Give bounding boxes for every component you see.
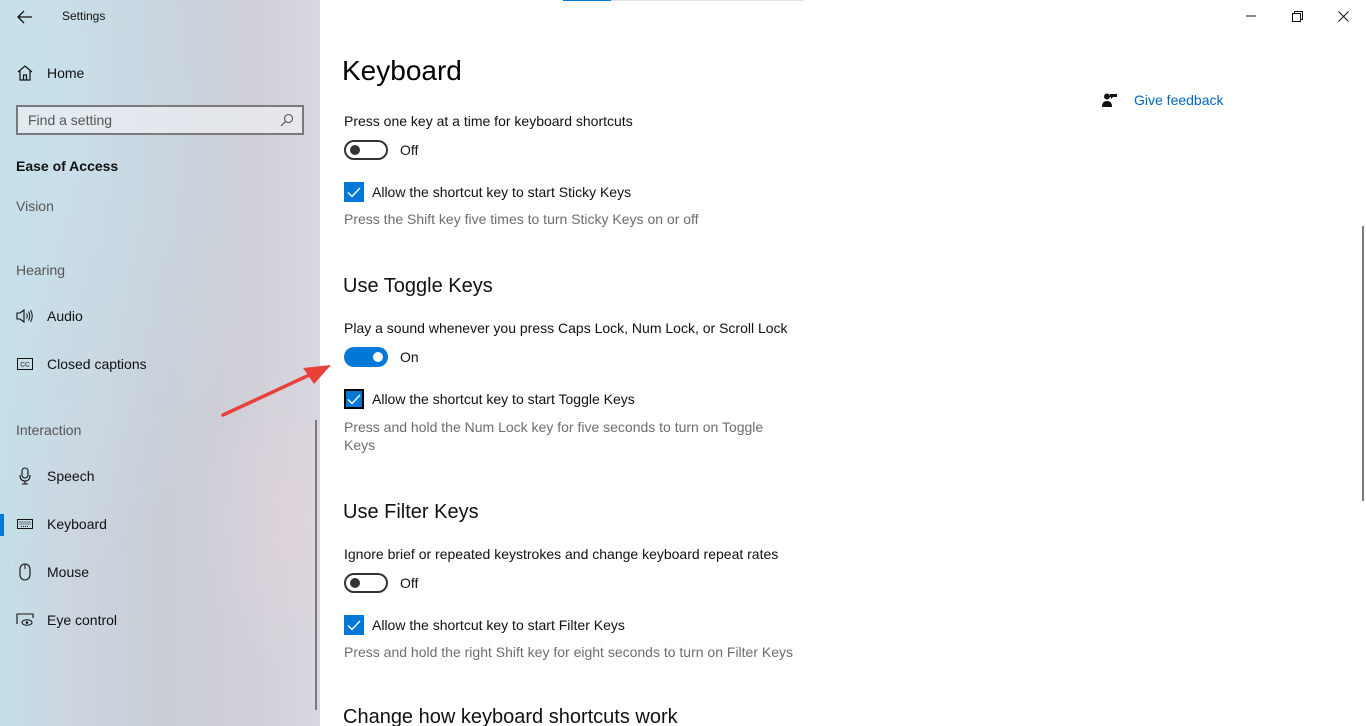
checkmark-icon: [347, 187, 361, 198]
back-arrow-icon: [17, 10, 32, 24]
scroll-progress-bar: [563, 0, 804, 1]
sidebar-item-label: Closed captions: [47, 356, 147, 372]
eye-control-icon: [16, 611, 34, 629]
search-box[interactable]: [16, 105, 304, 135]
sidebar-item-label: Eye control: [47, 612, 118, 628]
group-label-interaction: Interaction: [16, 422, 82, 438]
sticky-keys-switch[interactable]: [344, 140, 388, 160]
sticky-keys-shortcut-checkbox[interactable]: [344, 182, 364, 202]
toggle-keys-heading: Use Toggle Keys: [343, 275, 493, 297]
home-icon: [17, 65, 33, 81]
toggle-state-label: Off: [400, 575, 419, 591]
keyboard-icon: [16, 515, 34, 533]
toggle-state-label: Off: [400, 142, 419, 158]
sidebar-item-home[interactable]: Home: [16, 62, 84, 84]
filter-keys-toggle-row[interactable]: Off: [344, 573, 418, 593]
back-button[interactable]: [14, 6, 36, 28]
checkbox-label: Allow the shortcut key to start Filter K…: [372, 617, 625, 633]
search-icon[interactable]: [280, 113, 294, 127]
keyboard-shortcuts-heading: Change how keyboard shortcuts work: [343, 706, 678, 726]
main-content: Keyboard Give feedback Press one key at …: [320, 0, 1366, 726]
filter-keys-setting-label: Ignore brief or repeated keystrokes and …: [344, 546, 779, 562]
mouse-icon: [16, 563, 34, 581]
search-input[interactable]: [28, 112, 280, 128]
sidebar-scrollbar[interactable]: [315, 420, 317, 710]
content-scrollbar[interactable]: [1362, 226, 1364, 501]
toggle-keys-switch[interactable]: [344, 347, 388, 367]
sticky-keys-helper-text: Press the Shift key five times to turn S…: [344, 211, 699, 227]
sidebar-item-closed-captions[interactable]: CC Closed captions: [0, 344, 310, 384]
toggle-knob: [350, 145, 360, 155]
sidebar-item-mouse[interactable]: Mouse: [0, 552, 310, 592]
sidebar-item-speech[interactable]: Speech: [0, 456, 310, 496]
toggle-state-label: On: [400, 349, 419, 365]
selected-indicator: [0, 514, 4, 536]
sidebar-item-label: Keyboard: [47, 516, 107, 532]
toggle-keys-shortcut-checkbox[interactable]: [344, 389, 364, 409]
checkbox-label: Allow the shortcut key to start Toggle K…: [372, 391, 635, 407]
toggle-keys-helper-text: Press and hold the Num Lock key for five…: [344, 419, 764, 453]
microphone-icon: [16, 467, 34, 485]
minimize-icon: [1246, 15, 1256, 17]
sidebar-item-eye-control[interactable]: Eye control: [0, 600, 310, 640]
close-icon: [1337, 10, 1349, 22]
restore-button[interactable]: [1274, 0, 1320, 32]
toggle-keys-setting-label: Play a sound whenever you press Caps Loc…: [344, 320, 788, 336]
sidebar-item-keyboard[interactable]: Keyboard: [0, 504, 310, 544]
sidebar-item-label: Audio: [47, 308, 83, 324]
give-feedback-link[interactable]: Give feedback: [1102, 92, 1224, 108]
sidebar-item-label: Speech: [47, 468, 95, 484]
restore-icon: [1291, 10, 1303, 22]
filter-keys-helper-text: Press and hold the right Shift key for e…: [344, 644, 794, 660]
svg-text:CC: CC: [20, 362, 30, 369]
checkmark-icon: [347, 620, 361, 631]
page-title: Keyboard: [342, 55, 462, 86]
close-button[interactable]: [1320, 0, 1366, 32]
toggle-keys-shortcut-checkbox-row[interactable]: Allow the shortcut key to start Toggle K…: [344, 389, 635, 409]
closed-captions-icon: CC: [16, 355, 34, 373]
filter-keys-shortcut-checkbox[interactable]: [344, 615, 364, 635]
filter-keys-shortcut-checkbox-row[interactable]: Allow the shortcut key to start Filter K…: [344, 615, 625, 635]
sidebar-item-label: Home: [47, 65, 85, 81]
sticky-keys-setting-label: Press one key at a time for keyboard sho…: [344, 113, 633, 129]
toggle-keys-toggle-row[interactable]: On: [344, 347, 419, 367]
sidebar: Settings Home Ease of Access Vision Hear…: [0, 0, 320, 726]
app-title: Settings: [62, 9, 106, 23]
speaker-icon: [16, 307, 34, 325]
sticky-keys-shortcut-checkbox-row[interactable]: Allow the shortcut key to start Sticky K…: [344, 182, 631, 202]
feedback-icon: [1102, 93, 1117, 107]
checkmark-icon: [347, 394, 361, 405]
minimize-button[interactable]: [1228, 0, 1274, 32]
window-controls: [1228, 0, 1366, 32]
give-feedback-label: Give feedback: [1134, 92, 1224, 108]
group-label-hearing: Hearing: [16, 262, 66, 278]
scroll-progress-fill: [563, 0, 612, 1]
sticky-keys-toggle-row[interactable]: Off: [344, 140, 418, 160]
filter-keys-switch[interactable]: [344, 573, 388, 593]
toggle-knob: [373, 352, 383, 362]
group-label-vision: Vision: [16, 198, 54, 214]
filter-keys-heading: Use Filter Keys: [343, 501, 479, 523]
sidebar-item-audio[interactable]: Audio: [0, 296, 310, 336]
sidebar-item-label: Mouse: [47, 564, 90, 580]
checkbox-label: Allow the shortcut key to start Sticky K…: [372, 184, 632, 200]
section-title: Ease of Access: [16, 158, 119, 174]
toggle-knob: [350, 578, 360, 588]
